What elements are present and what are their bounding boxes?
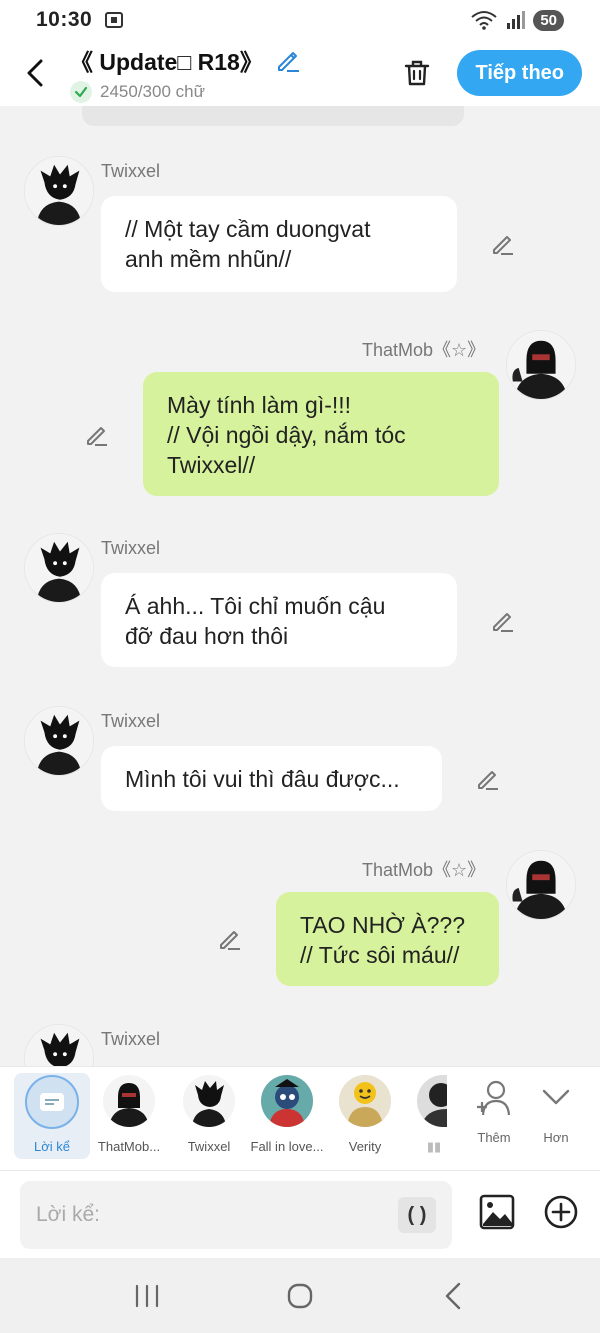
partial-bubble bbox=[82, 106, 464, 126]
add-label: Thêm bbox=[477, 1130, 511, 1145]
thatmob-avatar[interactable] bbox=[506, 330, 576, 400]
message-text: TAO NHỜ À??? // Tức sôi máu// bbox=[300, 912, 466, 968]
home-icon bbox=[287, 1283, 313, 1308]
editor-header: 《 Update□ R18》 2450/300 chữ Tiếp theo bbox=[0, 40, 600, 106]
battery-indicator: 50 bbox=[533, 9, 564, 31]
plus-circle-icon[interactable] bbox=[542, 1193, 580, 1231]
recent-apps-icon bbox=[135, 1284, 158, 1307]
edit-message-icon[interactable] bbox=[475, 766, 501, 792]
character-verity[interactable]: Verity bbox=[326, 1075, 404, 1154]
character-fall-in-love[interactable]: Fall in love... bbox=[248, 1075, 326, 1154]
chevron-left-icon bbox=[446, 1282, 461, 1309]
edit-message-icon[interactable] bbox=[84, 422, 110, 448]
add-character-button[interactable]: Thêm bbox=[464, 1079, 524, 1145]
message-bubble[interactable]: Á ahh... Tôi chỉ muốn cậu đỡ đau hơn thô… bbox=[101, 573, 457, 667]
message-text: // Một tay cầm duongvat anh mềm nhũn// bbox=[125, 216, 371, 272]
recent-apps-button[interactable] bbox=[117, 1266, 177, 1326]
home-button[interactable] bbox=[270, 1266, 330, 1326]
back-button[interactable] bbox=[0, 40, 70, 106]
system-navbar bbox=[0, 1258, 600, 1333]
word-counter: 2450/300 chữ bbox=[100, 82, 205, 101]
character-label: ▮▮ bbox=[426, 1139, 442, 1154]
message-bubble[interactable]: TAO NHỜ À??? // Tức sôi máu// bbox=[276, 892, 499, 986]
character-label: Fall in love... bbox=[250, 1139, 324, 1154]
more-button[interactable]: Hơn bbox=[526, 1079, 586, 1145]
fall-in-love-avatar bbox=[261, 1075, 313, 1127]
message-author: Twixxel bbox=[101, 711, 161, 731]
signal-icon bbox=[507, 11, 526, 29]
partial-avatar bbox=[417, 1075, 447, 1127]
title-block: 《 Update□ R18》 2450/300 chữ bbox=[70, 43, 389, 103]
twixxel-avatar[interactable] bbox=[24, 533, 94, 603]
chat-area[interactable]: Twixxel // Một tay cầm duongvat anh mềm … bbox=[0, 106, 600, 1066]
character-label: Lời kể bbox=[34, 1139, 70, 1154]
message-bubble[interactable]: // Một tay cầm duongvat anh mềm nhũn// bbox=[101, 196, 457, 292]
composer-field[interactable]: ( ) bbox=[20, 1181, 452, 1249]
edit-message-icon[interactable] bbox=[490, 608, 516, 634]
edit-title-icon[interactable] bbox=[275, 47, 301, 73]
delete-button[interactable] bbox=[389, 45, 445, 101]
narration-input[interactable] bbox=[36, 1203, 376, 1227]
status-time: 10:30 bbox=[36, 8, 93, 31]
verity-avatar bbox=[339, 1075, 391, 1127]
message-text: Á ahh... Tôi chỉ muốn cậu đỡ đau hơn thô… bbox=[125, 593, 386, 649]
edit-message-icon[interactable] bbox=[490, 231, 516, 257]
message-text: Mày tính làm gì-!!! // Vội ngồi dậy, nắm… bbox=[167, 392, 406, 478]
message-author: Twixxel bbox=[101, 161, 161, 181]
message-bubble[interactable]: Mình tôi vui thì đâu được... bbox=[101, 746, 442, 811]
check-icon bbox=[70, 81, 92, 103]
twixxel-avatar[interactable] bbox=[24, 1024, 94, 1066]
trash-icon bbox=[405, 60, 430, 86]
character-label: Twixxel bbox=[187, 1139, 231, 1154]
message-author: ThatMob《☆》 bbox=[362, 340, 486, 360]
character-selector: Lời kể ThatMob... Twixxel Fall in love..… bbox=[0, 1066, 600, 1170]
page-title: 《 Update□ R18》 bbox=[70, 49, 263, 75]
character-label: Verity bbox=[348, 1139, 382, 1154]
character-twixxel[interactable]: Twixxel bbox=[170, 1075, 248, 1154]
next-button[interactable]: Tiếp theo bbox=[457, 50, 582, 96]
character-narration[interactable]: Lời kể bbox=[14, 1073, 90, 1159]
status-bar: 10:30 50 bbox=[0, 0, 600, 40]
character-thatmob[interactable]: ThatMob... bbox=[90, 1075, 168, 1154]
system-back-button[interactable] bbox=[423, 1266, 483, 1326]
message-author: Twixxel bbox=[101, 538, 161, 558]
message-author: ThatMob《☆》 bbox=[362, 860, 486, 880]
message-text: Mình tôi vui thì đâu được... bbox=[125, 766, 400, 792]
message-bubble[interactable]: Mày tính làm gì-!!! // Vội ngồi dậy, nắm… bbox=[143, 372, 499, 496]
parentheses-button[interactable]: ( ) bbox=[398, 1197, 436, 1233]
twixxel-avatar bbox=[183, 1075, 235, 1127]
twixxel-avatar[interactable] bbox=[24, 706, 94, 776]
edit-message-icon[interactable] bbox=[217, 926, 243, 952]
chevron-left-icon bbox=[27, 59, 43, 87]
character-partial[interactable]: ▮▮ bbox=[404, 1075, 464, 1155]
twixxel-avatar[interactable] bbox=[24, 156, 94, 226]
composer-bar: ( ) bbox=[0, 1170, 600, 1258]
more-label: Hơn bbox=[543, 1130, 569, 1145]
image-icon[interactable] bbox=[478, 1193, 516, 1231]
narration-icon bbox=[25, 1075, 79, 1129]
character-label: ThatMob... bbox=[97, 1139, 161, 1154]
chevron-down-icon bbox=[542, 1089, 570, 1105]
message-author: Twixxel bbox=[101, 1029, 161, 1049]
wifi-icon bbox=[471, 11, 497, 30]
add-user-icon bbox=[477, 1080, 511, 1116]
screenshot-icon bbox=[105, 12, 124, 28]
thatmob-avatar[interactable] bbox=[506, 850, 576, 920]
thatmob-avatar bbox=[103, 1075, 155, 1127]
